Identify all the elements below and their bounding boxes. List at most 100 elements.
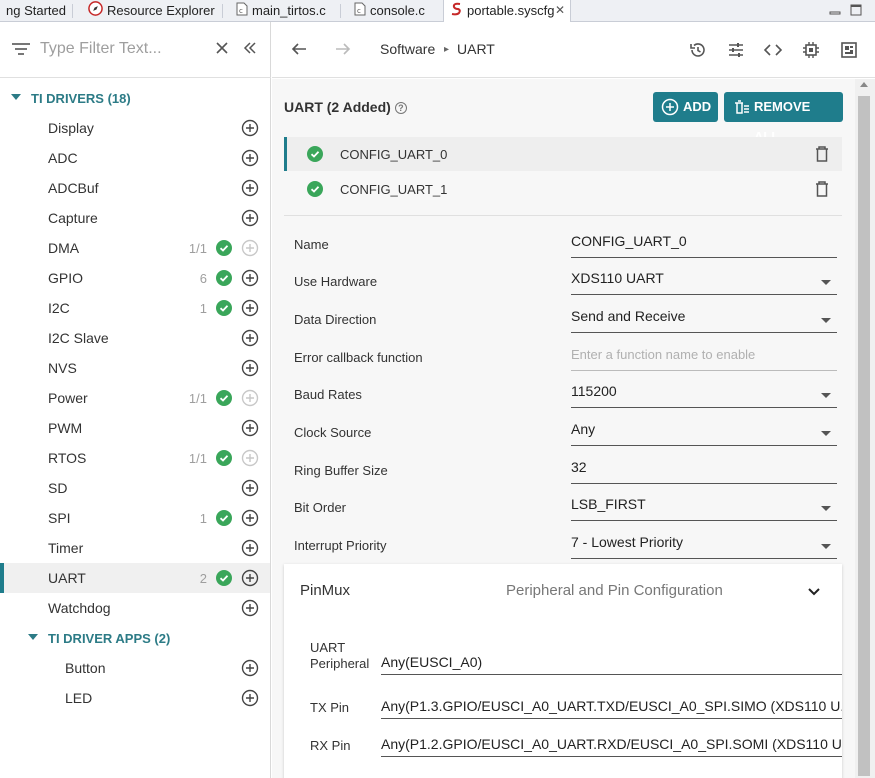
tab-getting-started[interactable]: ng Started — [0, 0, 72, 22]
board-icon[interactable] — [839, 40, 859, 60]
maximize-icon[interactable] — [849, 3, 863, 17]
settings-sliders-icon[interactable] — [726, 40, 746, 60]
tree-item-led[interactable]: LED — [0, 683, 270, 713]
field-label: Interrupt Priority — [294, 538, 387, 553]
tab-label: console.c — [370, 3, 425, 18]
add-circle-icon[interactable] — [241, 599, 259, 617]
add-circle-icon[interactable] — [241, 329, 259, 347]
history-icon[interactable] — [688, 40, 708, 60]
field-input[interactable]: CONFIG_UART_0 — [571, 232, 837, 258]
sidebar-item-watchdog[interactable]: Watchdog — [0, 593, 270, 623]
add-circle-icon[interactable] — [241, 659, 259, 677]
field-select[interactable]: Send and Receive — [571, 307, 837, 333]
instance-count: 1/1 — [188, 241, 207, 256]
breadcrumb-software[interactable]: Software — [380, 41, 435, 57]
add-circle-icon[interactable] — [241, 209, 259, 227]
pinmux-subtitle: Peripheral and Pin Configuration — [506, 582, 723, 599]
add-circle-icon[interactable] — [241, 449, 259, 467]
add-circle-icon[interactable] — [241, 389, 259, 407]
add-circle-icon[interactable] — [241, 239, 259, 257]
sidebar-item-capture[interactable]: Capture — [0, 203, 270, 233]
add-circle-icon[interactable] — [241, 299, 259, 317]
code-view-icon[interactable] — [763, 40, 783, 60]
tree-item-button[interactable]: Button — [0, 653, 270, 683]
back-arrow-icon[interactable] — [290, 40, 310, 60]
chip-icon[interactable] — [801, 40, 821, 60]
pinmux-value[interactable]: Any(P1.3.GPIO/EUSCI_A0_UART.TXD/EUSCI_A0… — [381, 695, 842, 719]
add-circle-icon[interactable] — [241, 569, 259, 587]
trash-icon[interactable] — [814, 145, 830, 163]
sidebar-item-nvs[interactable]: NVS — [0, 353, 270, 383]
sidebar-item-adcbuf[interactable]: ADCBuf — [0, 173, 270, 203]
tree-group-ti-drivers[interactable]: TI DRIVERS (18) — [0, 83, 270, 113]
sidebar-item-i2c-slave[interactable]: I2C Slave — [0, 323, 270, 353]
field-input[interactable]: Enter a function name to enable — [571, 345, 837, 371]
add-circle-icon[interactable] — [241, 539, 259, 557]
tree-group-ti-driver-apps[interactable]: TI DRIVER APPS (2) — [0, 623, 270, 653]
field-select[interactable]: 115200 — [571, 382, 837, 408]
tree-item-label: NVS — [48, 360, 77, 376]
field-select[interactable]: Any — [571, 420, 837, 446]
forward-arrow-icon[interactable] — [334, 40, 354, 60]
sidebar-item-gpio[interactable]: GPIO 6 — [0, 263, 270, 293]
instance-config-uart-1[interactable]: CONFIG_UART_1 — [284, 172, 842, 206]
add-circle-icon[interactable] — [241, 119, 259, 137]
driver-tree-panel: Type Filter Text... TI DRIVERS (18) Disp… — [0, 22, 271, 778]
pinmux-value[interactable]: Any(P1.2.GPIO/EUSCI_A0_UART.RXD/EUSCI_A0… — [381, 733, 842, 757]
sidebar-item-i2c[interactable]: I2C 1 — [0, 293, 270, 323]
collapse-panel-icon[interactable] — [243, 41, 257, 60]
svg-text:c: c — [239, 7, 243, 15]
sidebar-item-sd[interactable]: SD — [0, 473, 270, 503]
field-value: CONFIG_UART_0 — [571, 233, 687, 249]
sidebar-item-power[interactable]: Power 1/1 — [0, 383, 270, 413]
sidebar-item-uart[interactable]: UART 2 — [0, 563, 270, 593]
field-select[interactable]: 7 - Lowest Priority — [571, 533, 837, 559]
filter-bar: Type Filter Text... — [0, 22, 271, 78]
add-circle-icon[interactable] — [241, 419, 259, 437]
scrollbar-thumb[interactable] — [858, 96, 870, 776]
chevron-down-icon[interactable] — [807, 584, 821, 596]
clear-filter-icon[interactable] — [215, 41, 229, 60]
sidebar-item-adc[interactable]: ADC — [0, 143, 270, 173]
pinmux-uart-peripheral: UART Peripheral Any(EUSCI_A0) — [310, 640, 842, 680]
pinmux-value[interactable]: Any(EUSCI_A0) — [381, 651, 842, 675]
field-label: Use Hardware — [294, 274, 378, 289]
tab-portable-syscfg[interactable]: portable.syscfg ✕ — [443, 0, 571, 23]
tree-item-label: LED — [65, 690, 93, 706]
tab-main-tirtos[interactable]: c main_tirtos.c — [230, 0, 332, 22]
sidebar-item-spi[interactable]: SPI 1 — [0, 503, 270, 533]
filter-input[interactable]: Type Filter Text... — [40, 40, 162, 58]
pinmux-label: RX Pin — [310, 738, 351, 753]
add-circle-icon[interactable] — [241, 269, 259, 287]
sidebar-item-rtos[interactable]: RTOS 1/1 — [0, 443, 270, 473]
instance-count: 1 — [199, 511, 207, 526]
close-icon[interactable]: ✕ — [555, 0, 565, 21]
remove-all-button[interactable]: REMOVE ALL — [724, 92, 843, 144]
scroll-up-arrow-icon[interactable] — [860, 82, 868, 87]
trash-icon[interactable] — [814, 180, 830, 198]
tab-console-c[interactable]: c console.c — [348, 0, 431, 22]
sidebar-item-timer[interactable]: Timer — [0, 533, 270, 563]
add-circle-icon[interactable] — [241, 689, 259, 707]
help-icon[interactable]: ? — [394, 102, 407, 115]
add-circle-icon[interactable] — [241, 509, 259, 527]
field-error-callback-function: Error callback function Enter a function … — [294, 339, 838, 375]
sidebar-item-display[interactable]: Display — [0, 113, 270, 143]
field-select[interactable]: XDS110 UART — [571, 269, 837, 295]
tree-item-label: DMA — [48, 240, 80, 256]
add-circle-icon[interactable] — [241, 179, 259, 197]
add-circle-icon[interactable] — [241, 359, 259, 377]
tree-item-label: ADC — [48, 150, 78, 166]
c-file-icon: c — [354, 1, 366, 22]
tree-item-label: SD — [48, 480, 68, 496]
tab-resource-explorer[interactable]: Resource Explorer — [82, 0, 221, 22]
field-input[interactable]: 32 — [571, 458, 837, 484]
field-select[interactable]: LSB_FIRST — [571, 495, 837, 521]
add-circle-icon[interactable] — [241, 149, 259, 167]
sidebar-item-pwm[interactable]: PWM — [0, 413, 270, 443]
minimize-icon[interactable] — [828, 3, 842, 17]
instance-config-uart-0[interactable]: CONFIG_UART_0 — [284, 137, 842, 171]
add-button[interactable]: ADD — [653, 92, 718, 122]
sidebar-item-dma[interactable]: DMA 1/1 — [0, 233, 270, 263]
add-circle-icon[interactable] — [241, 479, 259, 497]
